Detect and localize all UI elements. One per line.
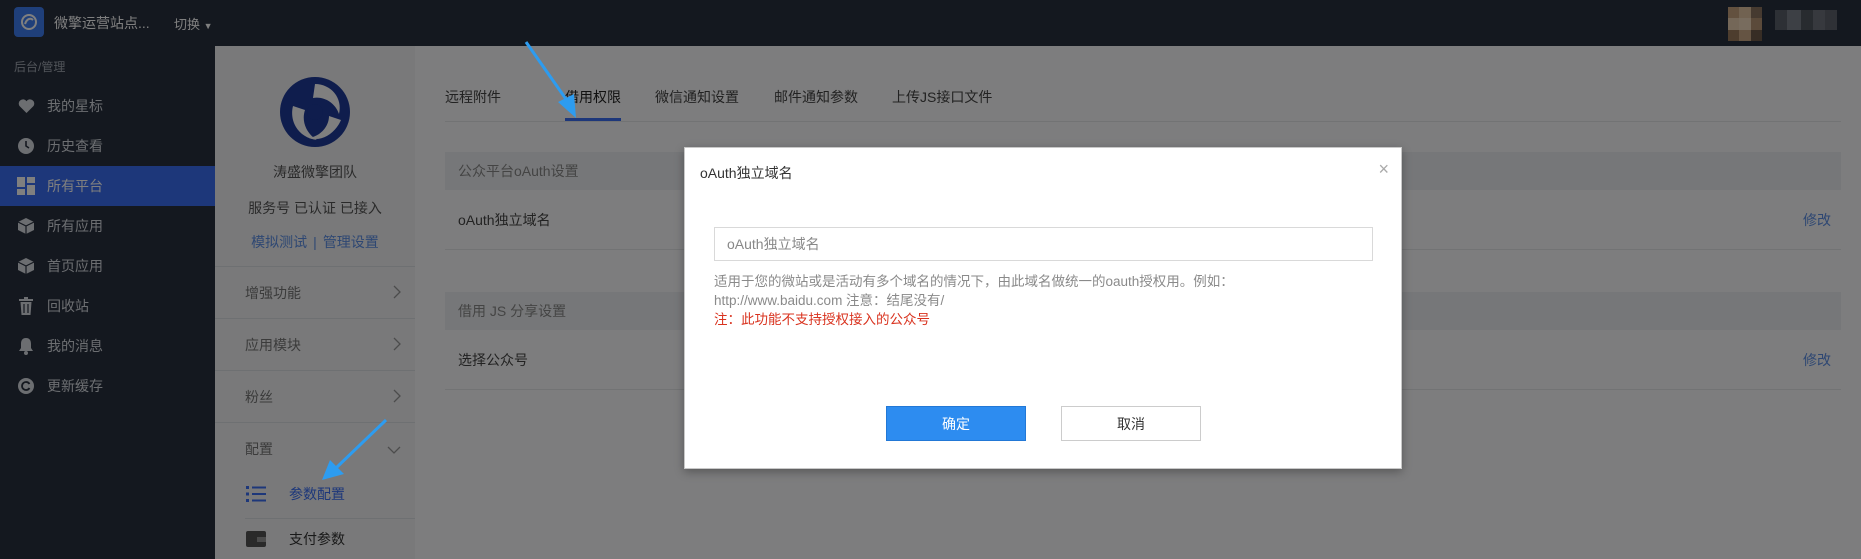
help-line-2: http://www.baidu.com 注意：结尾没有/ <box>714 293 945 308</box>
annotation-arrow-icon <box>322 418 388 480</box>
close-icon[interactable]: × <box>1378 160 1389 178</box>
oauth-domain-modal: oAuth独立域名 × 适用于您的微站或是活动有多个域名的情况下，由此域名做统一… <box>684 147 1402 469</box>
help-line-1: 适用于您的微站或是活动有多个域名的情况下，由此域名做统一的oauth授权用。例如… <box>714 274 1234 289</box>
annotation-arrow-icon <box>524 41 576 118</box>
cancel-button[interactable]: 取消 <box>1061 406 1201 441</box>
confirm-button[interactable]: 确定 <box>886 406 1026 441</box>
warning-text: 注：此功能不支持授权接入的公众号 <box>714 312 930 327</box>
modal-title: oAuth独立域名 <box>700 165 793 181</box>
oauth-domain-input[interactable] <box>714 227 1373 261</box>
help-text: 适用于您的微站或是活动有多个域名的情况下，由此域名做统一的oauth授权用。例如… <box>714 272 1374 329</box>
